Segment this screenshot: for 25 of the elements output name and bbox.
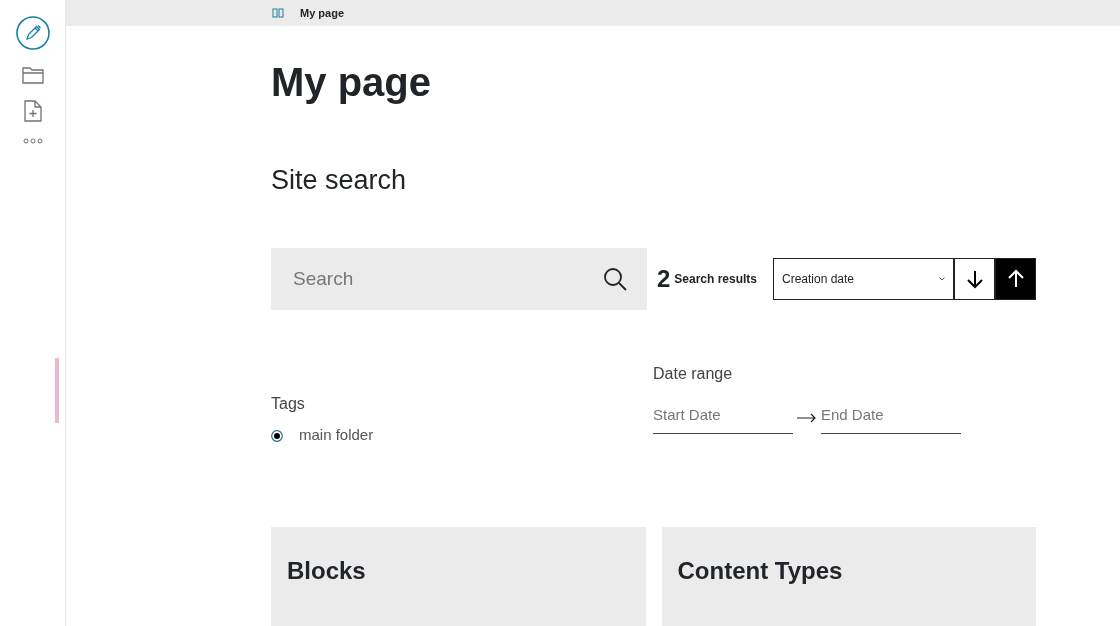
search-input[interactable]: Search — [291, 264, 603, 295]
results-count: 2 — [656, 264, 671, 295]
page-title: My page — [271, 59, 433, 106]
card-title: Content Types — [677, 556, 844, 586]
caret-icon — [939, 277, 945, 282]
edit-pencil-icon[interactable] — [15, 16, 50, 50]
more-icon[interactable] — [22, 138, 43, 144]
arrow-right-icon — [797, 413, 817, 424]
card-title: Blocks — [287, 556, 367, 586]
tags-label: Tags — [271, 394, 306, 415]
sort-dropdown[interactable]: Creation date — [773, 258, 954, 301]
resize-handle[interactable] — [55, 358, 59, 423]
arrow-down-icon — [964, 269, 985, 290]
breadcrumb-current[interactable]: My page — [300, 4, 344, 22]
folder-icon[interactable] — [21, 66, 44, 84]
tag-option-label[interactable]: main folder — [299, 424, 374, 447]
sort-direction-button[interactable] — [954, 258, 995, 301]
search-field[interactable]: Search — [271, 248, 647, 311]
add-file-icon[interactable] — [23, 100, 42, 122]
sort-direction-button[interactable] — [995, 258, 1036, 301]
radio-button[interactable] — [271, 429, 283, 442]
section-title: Site search — [271, 164, 408, 197]
search-icon[interactable] — [603, 267, 627, 292]
results-label: Search results — [674, 271, 757, 289]
date-range-label: Date range — [653, 364, 734, 385]
